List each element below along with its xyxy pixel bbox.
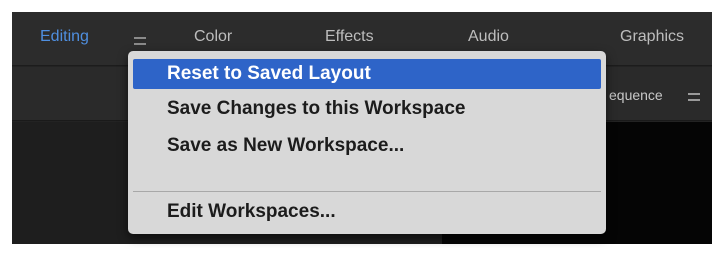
menu-divider [133,191,601,192]
tab-effects[interactable]: Effects [325,28,374,46]
sequence-panel-tab[interactable]: equence [609,87,663,103]
menu-item-save-as-new-workspace[interactable]: Save as New Workspace... [133,131,601,161]
tab-color[interactable]: Color [194,28,232,46]
menu-item-edit-workspaces[interactable]: Edit Workspaces... [133,197,601,227]
panel-menu-icon[interactable] [688,93,700,101]
menu-item-reset-to-saved-layout[interactable]: Reset to Saved Layout [133,59,601,89]
tab-editing[interactable]: Editing [40,28,89,46]
menu-item-save-changes[interactable]: Save Changes to this Workspace [133,94,601,124]
workspace-menu-icon[interactable] [134,37,146,45]
tab-audio[interactable]: Audio [468,28,509,46]
workspace-dropdown-menu: Reset to Saved Layout Save Changes to th… [128,51,606,234]
tab-graphics[interactable]: Graphics [620,28,684,46]
